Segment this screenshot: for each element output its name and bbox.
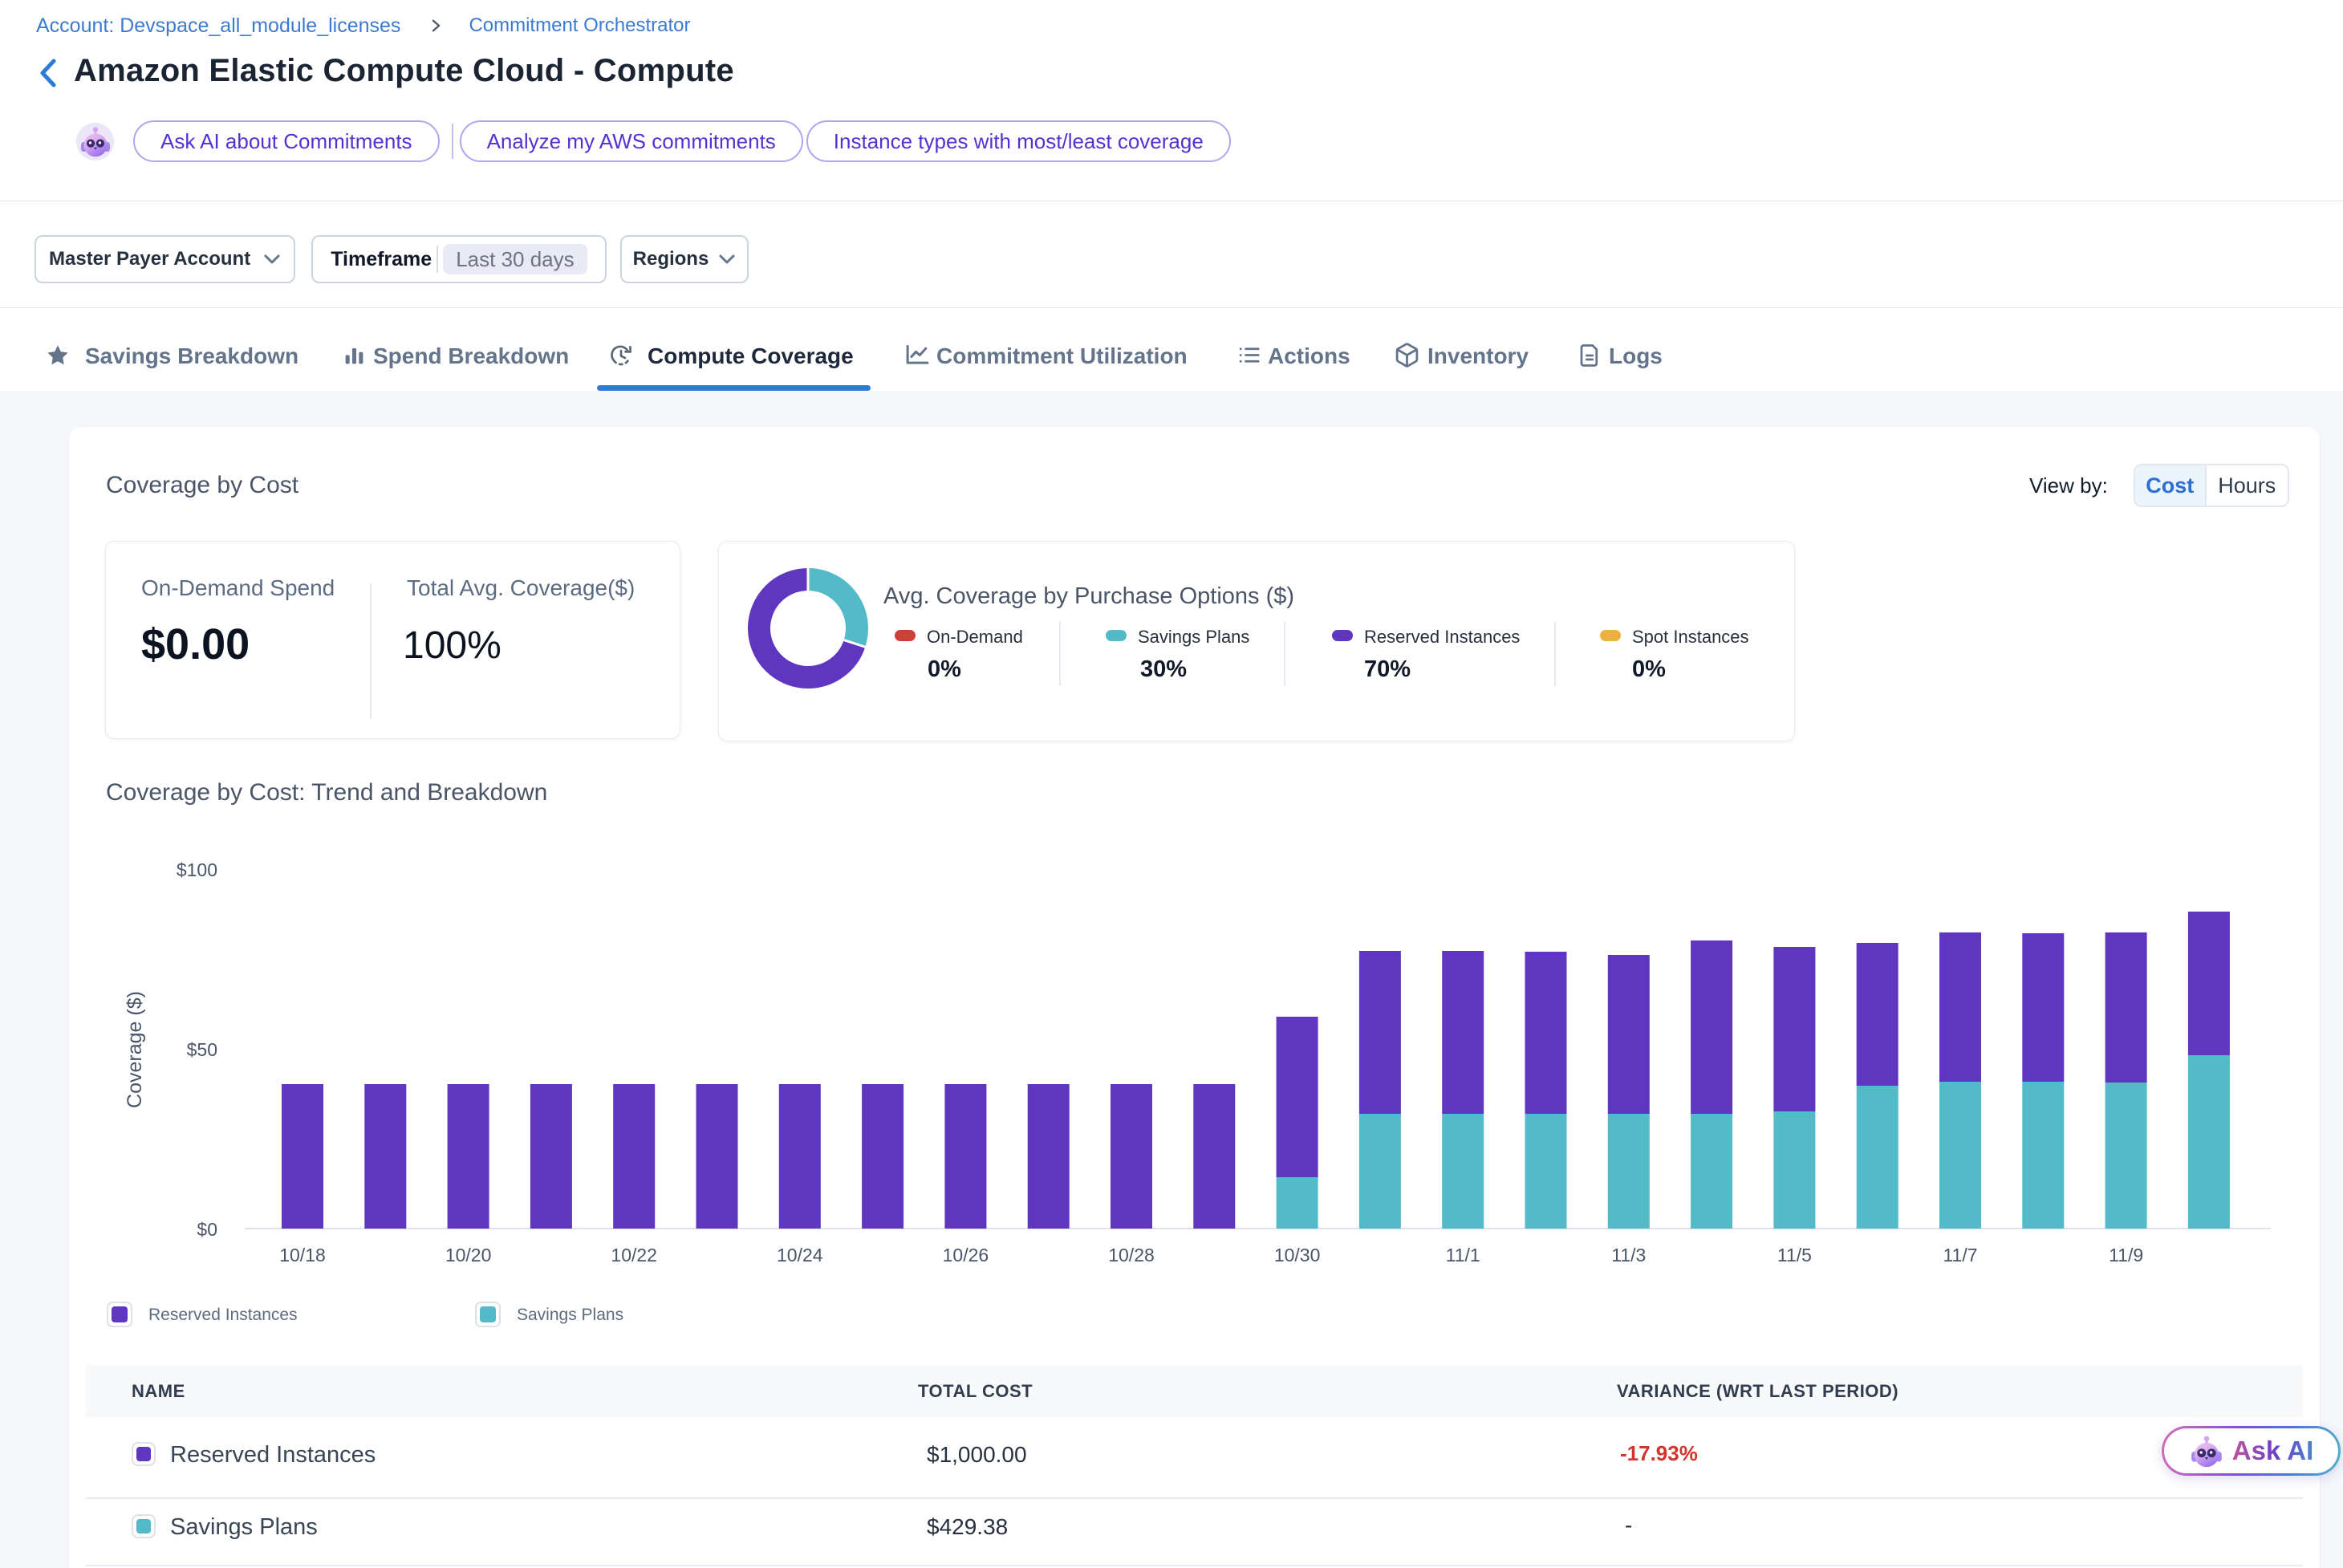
- svg-text:$100: $100: [177, 859, 217, 880]
- svg-text:11/9: 11/9: [2109, 1245, 2143, 1265]
- svg-text:Coverage ($): Coverage ($): [124, 991, 146, 1108]
- svg-text:11/7: 11/7: [1943, 1245, 1977, 1265]
- svg-text:10/28: 10/28: [1108, 1245, 1155, 1265]
- svg-text:$50: $50: [187, 1039, 217, 1060]
- svg-text:$0: $0: [197, 1219, 217, 1240]
- svg-text:10/18: 10/18: [279, 1245, 326, 1265]
- svg-text:10/22: 10/22: [611, 1245, 657, 1265]
- svg-text:10/30: 10/30: [1274, 1245, 1321, 1265]
- svg-text:11/5: 11/5: [1777, 1245, 1812, 1265]
- svg-text:10/20: 10/20: [445, 1245, 492, 1265]
- svg-text:10/24: 10/24: [777, 1245, 823, 1265]
- svg-text:11/1: 11/1: [1446, 1245, 1480, 1265]
- svg-text:11/3: 11/3: [1611, 1245, 1646, 1265]
- svg-text:10/26: 10/26: [943, 1245, 989, 1265]
